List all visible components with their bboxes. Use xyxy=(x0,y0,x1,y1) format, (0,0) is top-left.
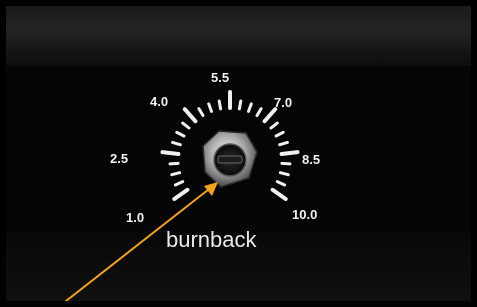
minor-tick xyxy=(247,102,253,113)
minor-tick xyxy=(168,161,180,166)
scale-label-5-5: 5.5 xyxy=(211,70,229,85)
minor-tick xyxy=(181,121,191,130)
knob-nut[interactable] xyxy=(202,130,258,188)
major-tick xyxy=(270,187,288,201)
major-tick xyxy=(172,187,190,201)
minor-tick xyxy=(197,107,205,117)
minor-tick xyxy=(274,130,285,138)
scale-label-8-5: 8.5 xyxy=(302,152,320,167)
control-label: burnback xyxy=(166,227,258,252)
minor-tick xyxy=(170,171,182,177)
minor-tick xyxy=(275,180,287,187)
minor-tick xyxy=(255,107,263,117)
burnback-dial-photo: 1.0 2.5 4.0 5.5 7.0 8.5 10.0 burnback xyxy=(0,0,477,307)
scale-label-10-0: 10.0 xyxy=(292,207,317,222)
dial-face: 1.0 2.5 4.0 5.5 7.0 8.5 10.0 burnback xyxy=(65,70,320,301)
minor-tick xyxy=(171,140,182,147)
major-tick xyxy=(160,150,181,156)
scale-label-1-0: 1.0 xyxy=(126,210,144,225)
scale-label-4-0: 4.0 xyxy=(150,94,168,109)
major-tick xyxy=(182,107,198,124)
minor-tick xyxy=(280,161,292,166)
scale-label-2-5: 2.5 xyxy=(110,151,128,166)
major-tick xyxy=(279,150,300,156)
minor-tick xyxy=(217,99,223,111)
minor-tick xyxy=(278,171,290,177)
minor-tick xyxy=(175,130,186,138)
minor-tick xyxy=(173,180,185,187)
minor-tick xyxy=(207,102,213,113)
major-tick xyxy=(262,107,278,124)
minor-tick xyxy=(278,140,289,147)
minor-tick xyxy=(237,99,243,111)
scale-label-7-0: 7.0 xyxy=(274,95,292,110)
minor-tick xyxy=(269,121,279,130)
